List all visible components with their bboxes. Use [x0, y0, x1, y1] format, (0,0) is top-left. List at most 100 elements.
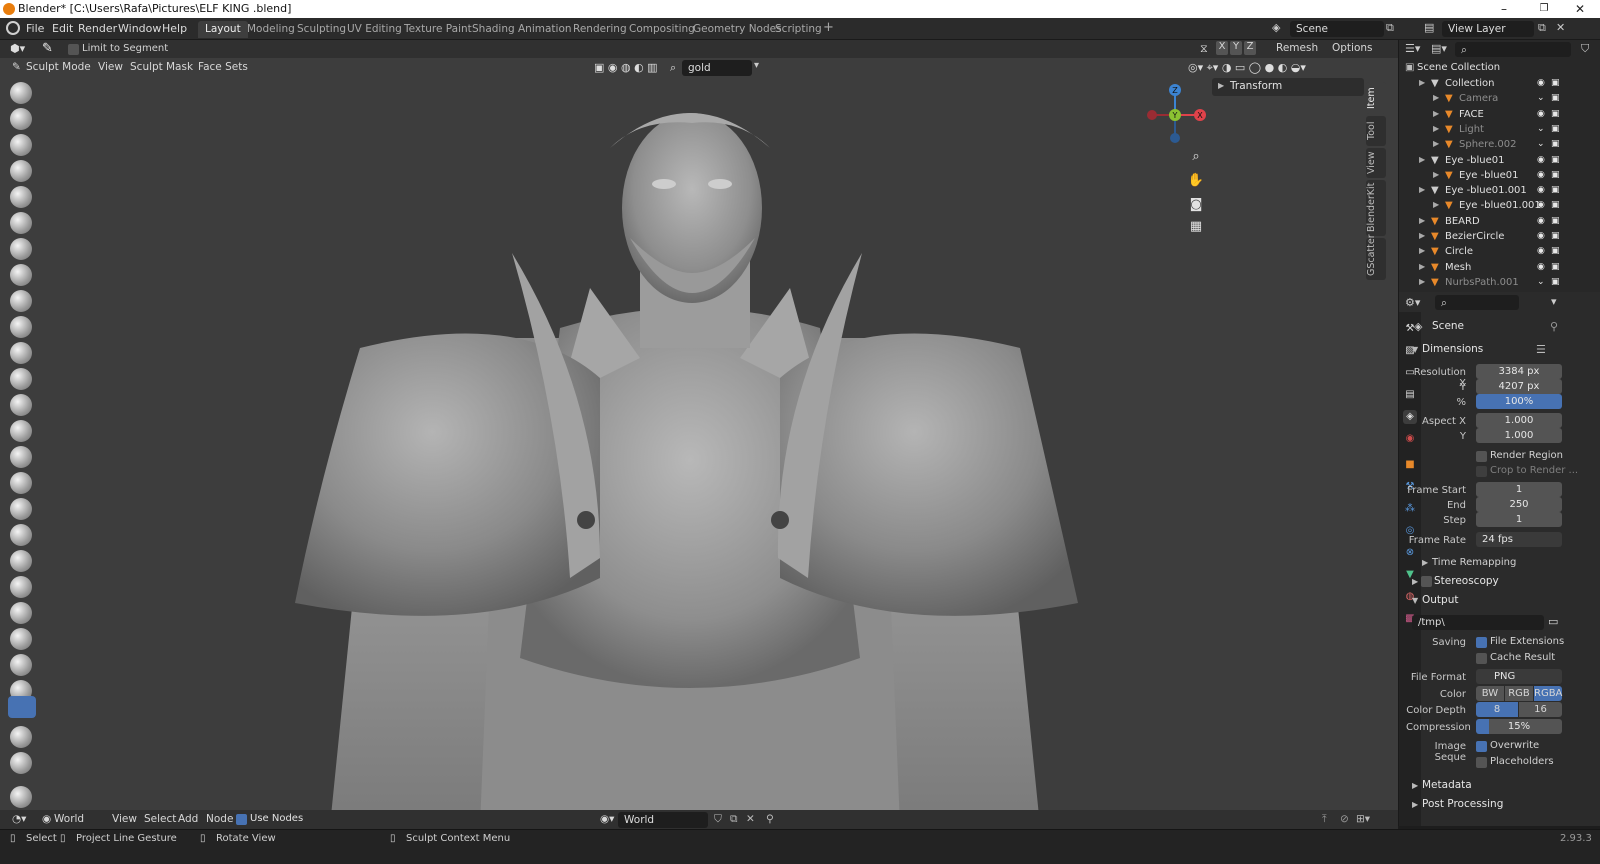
visibility-eye-icon[interactable]: ◉ — [1537, 231, 1547, 241]
color-bw-button[interactable]: BW — [1476, 686, 1504, 701]
render-camera-icon[interactable]: ▣ — [1551, 200, 1560, 210]
visibility-eye-icon[interactable]: ◉ — [1537, 262, 1547, 272]
render-camera-icon[interactable]: ▣ — [1551, 139, 1560, 149]
zoom-icon[interactable]: ⌕ — [1184, 146, 1208, 168]
resolution-x-field[interactable]: 3384 px — [1476, 364, 1562, 379]
filter-icon[interactable]: ⛉ — [1581, 42, 1589, 56]
visibility-eye-icon[interactable]: ⌄ — [1537, 124, 1547, 134]
perspective-grid-icon[interactable]: ▦ — [1184, 216, 1208, 238]
menu-file[interactable]: File — [26, 22, 44, 35]
resolution-y-field[interactable]: 4207 px — [1476, 379, 1562, 394]
visibility-eye-icon[interactable]: ◉ — [1537, 109, 1547, 119]
transform-panel-header[interactable]: ▶ Transform — [1212, 78, 1364, 96]
snake-hook-brush-icon[interactable] — [10, 524, 32, 546]
elastic-deform-brush-icon[interactable] — [10, 498, 32, 520]
expand-arrow-icon[interactable]: ▶ — [1433, 124, 1439, 133]
visibility-eye-icon[interactable]: ◉ — [1537, 200, 1547, 210]
visibility-eye-icon[interactable]: ◉ — [1537, 216, 1547, 226]
viewport-menu-mask[interactable]: Mask — [162, 60, 197, 74]
expand-arrow-icon[interactable]: ▶ — [1433, 200, 1439, 209]
outliner-row[interactable]: ▶ ▼ FACE ◉ ▣ — [1399, 108, 1600, 123]
viewport-menu-view[interactable]: View — [94, 60, 127, 74]
expand-arrow-icon[interactable]: ▶ — [1433, 93, 1439, 102]
outliner-row[interactable]: ▶ ▼ Light ⌄ ▣ — [1399, 123, 1600, 138]
pose-brush-icon[interactable] — [10, 576, 32, 598]
color-rgb-button[interactable]: RGB — [1505, 686, 1533, 701]
node-menu-node[interactable]: Node — [202, 812, 237, 826]
expand-arrow-icon[interactable]: ▶ — [1419, 155, 1425, 164]
expand-arrow-icon[interactable]: ▶ — [1433, 170, 1439, 179]
frame-end-field[interactable]: 250 — [1476, 497, 1562, 512]
expand-arrow-icon[interactable]: ▶ — [1419, 277, 1425, 286]
depth-16-button[interactable]: 16 — [1519, 702, 1562, 717]
overwrite-checkbox[interactable] — [1476, 741, 1487, 752]
output-header[interactable]: Output — [1422, 594, 1458, 606]
view-layer-field[interactable]: View Layer — [1442, 21, 1534, 37]
mesh-filter-icon[interactable] — [10, 726, 32, 748]
render-camera-icon[interactable]: ▣ — [1551, 262, 1560, 272]
render-region-checkbox[interactable] — [1476, 451, 1487, 462]
render-camera-icon[interactable]: ▣ — [1551, 216, 1560, 226]
outliner-row[interactable]: ▶ ▼ Mesh ◉ ▣ — [1399, 261, 1600, 276]
viewport-menu-sculpt[interactable]: Sculpt — [126, 60, 167, 74]
fill-brush-icon[interactable] — [10, 368, 32, 390]
editor-type-icon[interactable]: ◔▾ — [8, 812, 30, 826]
add-workspace-button[interactable]: + — [816, 18, 841, 35]
properties-editor-icon[interactable]: ⚙▾ — [1405, 296, 1420, 309]
aspect-x-field[interactable]: 1.000 — [1476, 413, 1562, 428]
node-menu-add[interactable]: Add — [174, 812, 202, 826]
frame-step-field[interactable]: 1 — [1476, 512, 1562, 527]
sidebar-tab-gscatter[interactable]: GScatter — [1366, 234, 1386, 280]
post-processing-header[interactable]: Post Processing — [1422, 798, 1503, 810]
outliner-row[interactable]: ▶ ▼ Collection ◉ ▣ — [1399, 77, 1600, 92]
expand-arrow-icon[interactable]: ▶ — [1433, 139, 1439, 148]
outliner-search-input[interactable]: ⌕ — [1455, 42, 1571, 57]
expand-arrow-icon[interactable]: ▶ — [1419, 78, 1425, 87]
sidebar-tab-tool[interactable]: Tool — [1366, 116, 1386, 146]
folder-icon[interactable]: ▭ — [1548, 615, 1558, 628]
viewport-menu-face-sets[interactable]: Face Sets — [194, 60, 252, 74]
sidebar-tab-item[interactable]: Item — [1366, 82, 1386, 114]
outliner-row[interactable]: ▶ ▼ Eye -blue01.001 ◉ ▣ — [1399, 184, 1600, 199]
cloth-filter-icon[interactable] — [10, 752, 32, 774]
blender-menu-icon[interactable] — [6, 21, 20, 35]
scrape-brush-icon[interactable] — [10, 394, 32, 416]
mask-brush-icon[interactable] — [10, 602, 32, 624]
outliner-row[interactable]: ▶ ▼ BEARD ◉ ▣ — [1399, 215, 1600, 230]
depth-8-button[interactable]: 8 — [1476, 702, 1518, 717]
visibility-eye-icon[interactable]: ⌄ — [1537, 277, 1547, 287]
render-camera-icon[interactable]: ▣ — [1551, 170, 1560, 180]
expand-arrow-icon[interactable]: ▶ — [1419, 231, 1425, 240]
stereoscopy-header[interactable]: Stereoscopy — [1434, 575, 1499, 587]
stereoscopy-checkbox[interactable] — [1421, 576, 1432, 587]
render-camera-icon[interactable]: ▣ — [1551, 155, 1560, 165]
box-mask-icon[interactable] — [10, 628, 32, 650]
blob-brush-icon[interactable] — [10, 264, 32, 286]
multiplane-scrape-brush-icon[interactable] — [10, 420, 32, 442]
menu-edit[interactable]: Edit — [52, 22, 73, 35]
shader-type-dropdown[interactable]: World — [50, 812, 88, 826]
visibility-overlay-icons[interactable]: ◎▾ ⌖▾ ◑ ▭ ◯ ● ◐ ◒▾ — [1188, 61, 1306, 75]
world-name-field[interactable]: World — [618, 812, 708, 828]
compression-slider[interactable]: 15% — [1476, 719, 1562, 734]
file-format-dropdown[interactable]: PNG — [1476, 669, 1562, 684]
resolution-percent-slider[interactable]: 100% — [1476, 394, 1562, 409]
inflate-brush-icon[interactable] — [10, 238, 32, 260]
new-view-layer-icon[interactable]: ⧉ — [1538, 21, 1546, 35]
metadata-header[interactable]: Metadata — [1422, 779, 1472, 791]
use-nodes-checkbox[interactable] — [236, 814, 247, 825]
visibility-eye-icon[interactable]: ◉ — [1537, 78, 1547, 88]
remesh-dropdown[interactable]: Remesh — [1276, 42, 1318, 54]
clay-strips-brush-icon[interactable] — [10, 160, 32, 182]
axis-y-toggle[interactable]: Y — [1230, 41, 1242, 55]
expand-arrow-icon[interactable]: ▶ — [1419, 185, 1425, 194]
output-path-input[interactable]: /tmp\ — [1412, 615, 1544, 630]
draw-sharp-brush-icon[interactable] — [10, 108, 32, 130]
properties-search-input[interactable]: ⌕ — [1435, 295, 1519, 310]
close-button[interactable]: ✕ — [1560, 0, 1600, 18]
menu-help[interactable]: Help — [162, 22, 187, 35]
outliner-row[interactable]: ▶ ▼ Eye -blue01.001 ◉ ▣ — [1399, 199, 1600, 214]
flatten-brush-icon[interactable] — [10, 342, 32, 364]
snap-options-icon[interactable]: ⊞▾ — [1352, 812, 1374, 826]
cache-result-checkbox[interactable] — [1476, 653, 1487, 664]
